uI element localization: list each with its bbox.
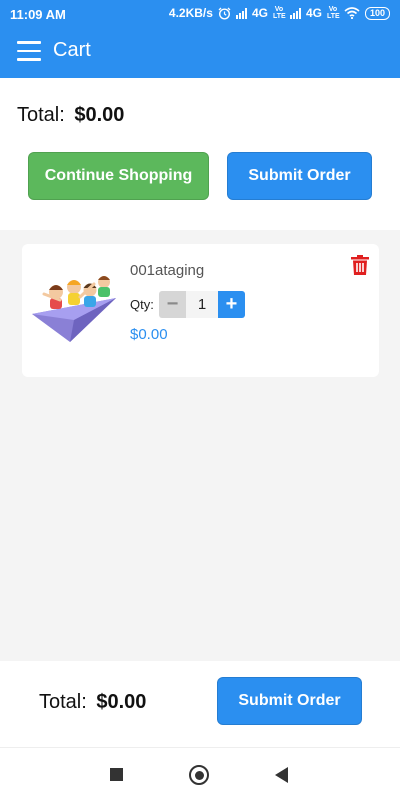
app-bar: Cart: [0, 30, 400, 78]
total-summary-bottom: Total: $0.00: [39, 691, 146, 714]
cart-summary: Total: $0.00 Continue Shopping Submit Or…: [0, 78, 400, 230]
status-time: 11:09 AM: [10, 7, 66, 22]
product-price: $0.00: [130, 326, 168, 343]
volte-icon-2: Vo LTE: [326, 6, 340, 20]
alarm-icon: [218, 7, 231, 20]
system-nav-bar: [0, 747, 400, 800]
quantity-stepper: − 1 +: [159, 291, 245, 318]
total-label: Total:: [17, 104, 65, 126]
submit-order-button-bottom[interactable]: Submit Order: [217, 677, 362, 725]
recent-apps-icon[interactable]: [110, 768, 123, 781]
total-summary-top: Total: $0.00: [17, 104, 124, 127]
status-indicators: 4.2KB/s 4G Vo LTE 4G Vo LTE 100: [169, 6, 390, 20]
network-type-1: 4G: [251, 6, 268, 20]
network-speed: 4.2KB/s: [168, 6, 213, 20]
page-title: Cart: [53, 39, 91, 61]
status-bar: 11:09 AM 4.2KB/s 4G Vo LTE 4G Vo LTE 100: [0, 0, 400, 30]
volte-icon-1: Vo LTE: [272, 6, 286, 20]
total-label-bottom: Total:: [39, 691, 87, 713]
trash-icon[interactable]: [351, 255, 369, 275]
back-icon[interactable]: [275, 767, 288, 783]
network-type-2: 4G: [305, 6, 322, 20]
continue-shopping-button[interactable]: Continue Shopping: [28, 152, 209, 200]
battery-icon: 100: [364, 6, 390, 20]
submit-order-button-top[interactable]: Submit Order: [227, 152, 372, 200]
increase-qty-button[interactable]: +: [218, 291, 245, 318]
total-value: $0.00: [74, 104, 125, 126]
product-name: 001ataging: [130, 262, 205, 279]
total-value-bottom: $0.00: [96, 691, 147, 713]
home-icon[interactable]: [189, 765, 209, 785]
cart-item-card: 001ataging Qty: − 1 + $0.00: [22, 244, 379, 377]
decrease-qty-button[interactable]: −: [159, 291, 186, 318]
signal-icon-2: [289, 7, 301, 19]
signal-icon-1: [235, 7, 247, 19]
qty-label: Qty:: [130, 297, 154, 312]
top-bar: 11:09 AM 4.2KB/s 4G Vo LTE 4G Vo LTE 100: [0, 0, 400, 78]
hamburger-menu-icon[interactable]: [17, 41, 41, 61]
bottom-total-bar: Total: $0.00 Submit Order: [0, 661, 400, 747]
product-thumbnail: [32, 276, 116, 342]
wifi-icon: [344, 7, 360, 19]
quantity-value[interactable]: 1: [186, 291, 218, 318]
